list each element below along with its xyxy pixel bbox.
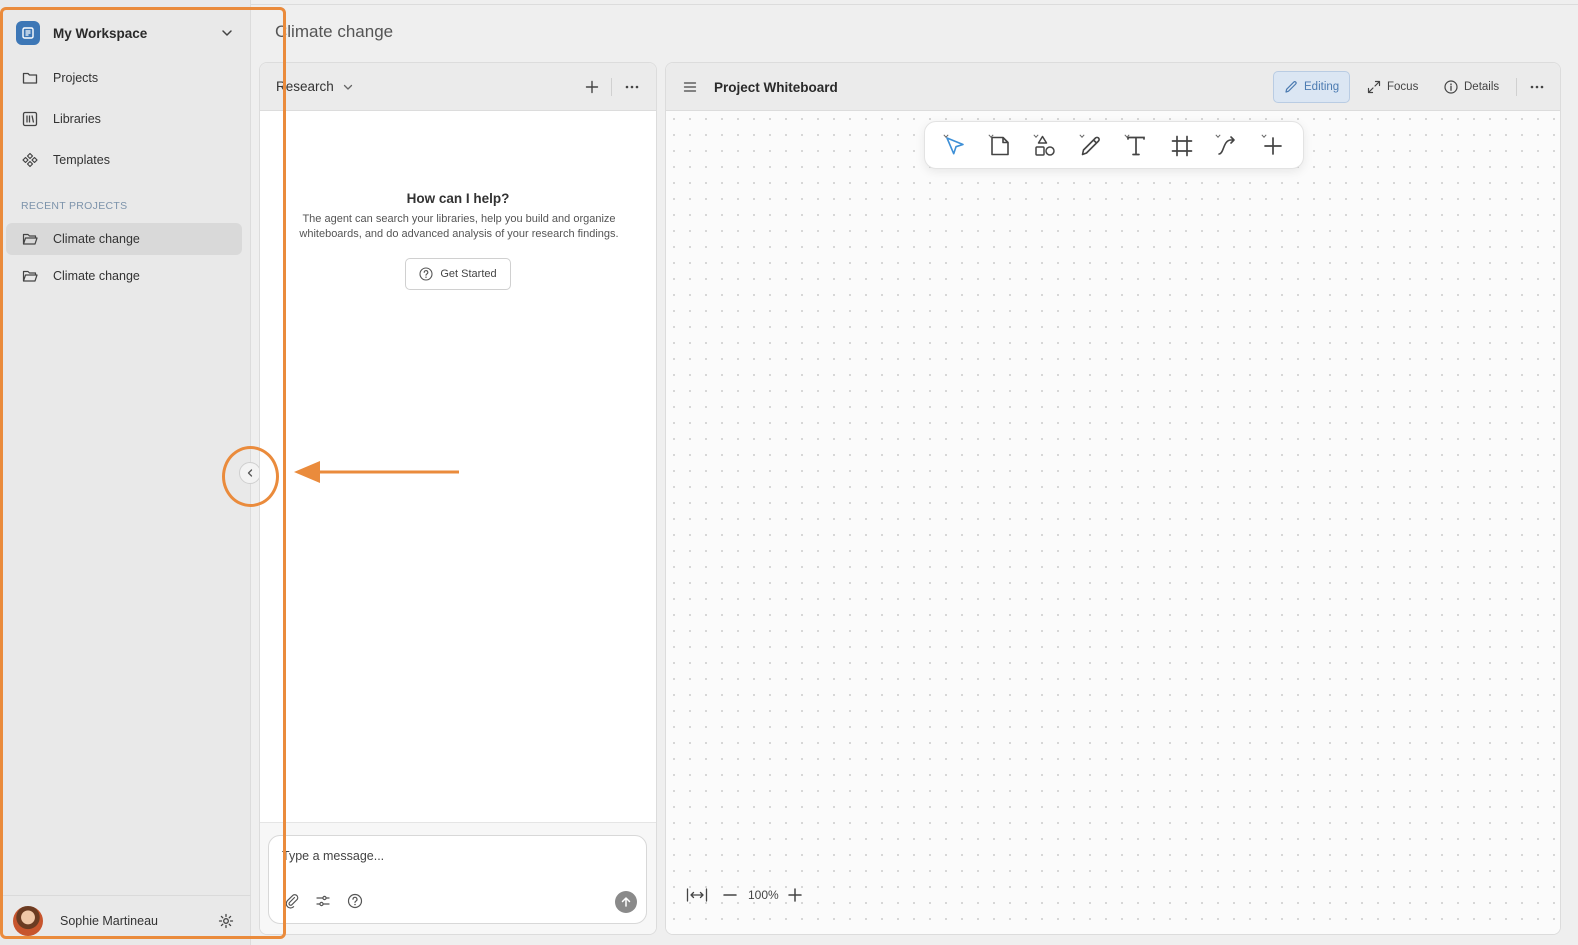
top-divider: [251, 4, 1578, 5]
fit-width-icon[interactable]: [686, 887, 708, 903]
whiteboard-title: Project Whiteboard: [714, 80, 838, 95]
pencil-icon: [1285, 81, 1297, 93]
templates-icon: [21, 151, 39, 169]
text-icon[interactable]: [1122, 133, 1150, 159]
recent-projects-heading: RECENT PROJECTS: [21, 200, 128, 212]
select-icon[interactable]: [941, 133, 969, 159]
research-dropdown[interactable]: Research: [276, 79, 354, 94]
focus-label: Focus: [1387, 81, 1419, 93]
workspace-switcher[interactable]: My Workspace: [16, 21, 234, 45]
pen-icon[interactable]: [1077, 133, 1105, 159]
chevron-left-icon: [247, 469, 253, 477]
gear-icon[interactable]: [218, 913, 234, 929]
send-button[interactable]: [615, 891, 637, 913]
user-name: Sophie Martineau: [60, 913, 158, 928]
details-button[interactable]: Details: [1434, 71, 1509, 103]
nav-templates[interactable]: Templates: [6, 144, 242, 176]
get-started-button[interactable]: Get Started: [405, 258, 511, 290]
editing-label: Editing: [1304, 81, 1340, 93]
zoom-controls: 100%: [686, 885, 803, 905]
zoom-level: 100%: [748, 888, 779, 902]
divider: [611, 78, 612, 96]
nav-templates-label: Templates: [53, 153, 110, 167]
recent-project-item[interactable]: Climate change: [6, 223, 242, 255]
page-title: Climate change: [275, 22, 394, 41]
connector-icon[interactable]: [1213, 133, 1241, 159]
folder-open-icon: [21, 230, 39, 248]
plus-icon[interactable]: [584, 79, 600, 95]
message-composer: [268, 835, 647, 924]
user-bar: Sophie Martineau: [0, 895, 251, 945]
details-label: Details: [1464, 81, 1500, 93]
zoom-out-icon[interactable]: [722, 887, 738, 903]
get-started-label: Get Started: [440, 268, 497, 280]
recent-project-label: Climate change: [53, 269, 140, 283]
note-icon[interactable]: [986, 133, 1014, 159]
help-circle-icon: [419, 267, 433, 281]
workspace-title: My Workspace: [53, 25, 148, 41]
research-title: Research: [276, 79, 334, 94]
help-text: The agent can search your libraries, hel…: [299, 213, 619, 240]
sidebar: My Workspace Projects Libraries Template…: [0, 0, 251, 945]
collapse-sidebar-button[interactable]: [239, 462, 261, 484]
research-panel: Research How can I help? The agent can s…: [259, 62, 657, 935]
message-input[interactable]: [282, 849, 582, 863]
frame-icon[interactable]: [1168, 133, 1196, 159]
help-title: How can I help?: [406, 191, 510, 206]
more-icon[interactable]: [1529, 79, 1545, 95]
whiteboard-panel: Project Whiteboard Editing Focus Details: [665, 62, 1561, 935]
zoom-in-icon[interactable]: [787, 887, 803, 903]
workspace-logo-icon: [16, 21, 40, 45]
expand-icon: [1367, 80, 1381, 94]
nav-libraries-label: Libraries: [53, 112, 101, 126]
info-icon: [1444, 80, 1458, 94]
help-circle-icon[interactable]: [347, 893, 363, 909]
whiteboard-header: Project Whiteboard Editing Focus Details: [666, 63, 1560, 111]
research-header: Research: [260, 63, 656, 111]
arrow-up-icon: [621, 897, 631, 907]
settings-sliders-icon[interactable]: [315, 893, 331, 909]
nav-projects-label: Projects: [53, 71, 99, 85]
focus-button[interactable]: Focus: [1357, 71, 1428, 103]
more-icon[interactable]: [624, 79, 640, 95]
chevron-down-icon: [342, 81, 354, 93]
composer-area: [260, 822, 656, 934]
recent-project-item[interactable]: Climate change: [6, 260, 242, 292]
drawing-toolbar: [924, 121, 1304, 169]
folder-icon: [21, 69, 39, 87]
whiteboard-canvas[interactable]: [666, 111, 1560, 934]
add-icon[interactable]: [1259, 133, 1287, 159]
editing-button[interactable]: Editing: [1273, 71, 1351, 103]
folder-open-icon: [21, 267, 39, 285]
chevron-down-icon[interactable]: [220, 26, 234, 40]
library-icon: [21, 110, 39, 128]
nav-libraries[interactable]: Libraries: [6, 103, 242, 135]
menu-icon[interactable]: [682, 79, 698, 95]
recent-project-label: Climate change: [53, 232, 140, 246]
avatar[interactable]: [13, 905, 43, 936]
divider: [1516, 78, 1517, 96]
shapes-icon[interactable]: [1031, 133, 1059, 159]
nav-projects[interactable]: Projects: [6, 62, 242, 94]
attach-icon[interactable]: [284, 893, 300, 909]
